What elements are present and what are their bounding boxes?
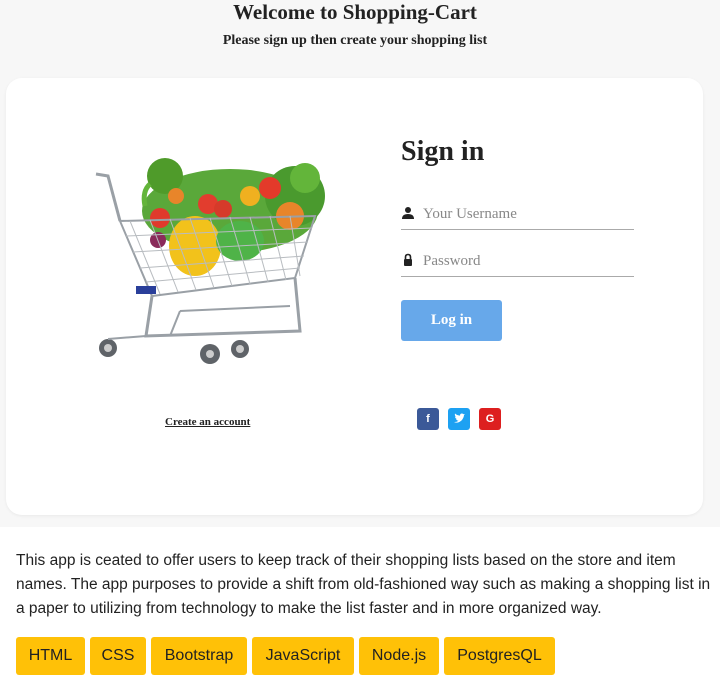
twitter-icon[interactable]: [448, 408, 470, 430]
twitter-bird-icon: [454, 413, 465, 423]
login-button[interactable]: Log in: [401, 300, 502, 341]
page-subtitle: Please sign up then create your shopping…: [222, 33, 488, 48]
badge-javascript: JavaScript: [252, 637, 354, 675]
badge-postgresql: PostgresQL: [444, 637, 555, 675]
signin-card: Create an account Sign in Log in f G: [6, 78, 703, 515]
badge-bootstrap: Bootstrap: [151, 637, 247, 675]
create-account-link[interactable]: Create an account: [165, 416, 250, 428]
password-field: [401, 245, 634, 277]
app-description: This app is ceated to offer users to kee…: [16, 552, 711, 617]
google-icon[interactable]: G: [479, 408, 501, 430]
username-field: [401, 198, 634, 230]
page-title: Welcome to Shopping-Cart: [233, 0, 477, 24]
user-icon: [402, 207, 414, 219]
lock-icon: [404, 253, 412, 266]
username-input[interactable]: [423, 202, 628, 226]
password-input[interactable]: [423, 249, 628, 273]
shopping-cart-image: [95, 158, 325, 364]
badge-html: HTML: [16, 637, 85, 675]
facebook-icon[interactable]: f: [417, 408, 439, 430]
badge-css: CSS: [90, 637, 146, 675]
badge-nodejs: Node.js: [359, 637, 439, 675]
signin-title: Sign in: [401, 136, 485, 167]
